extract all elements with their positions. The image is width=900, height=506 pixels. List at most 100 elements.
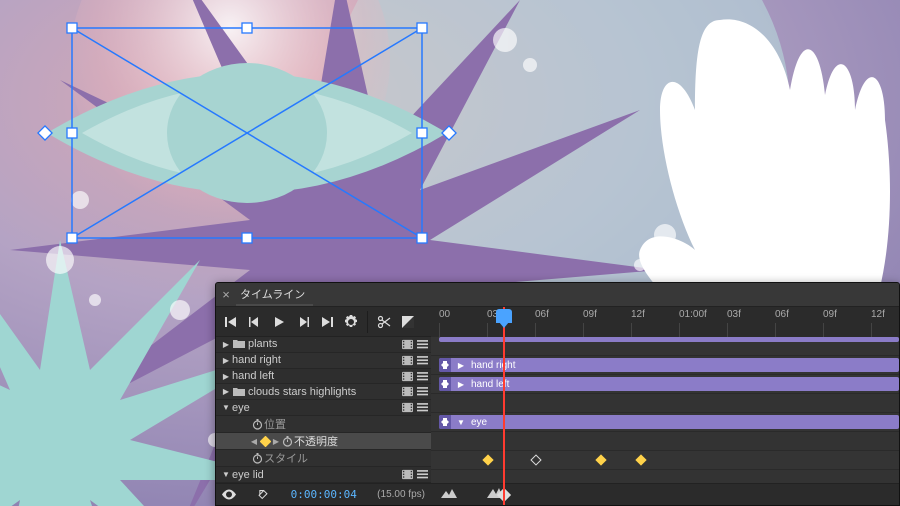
share-icon[interactable] bbox=[256, 488, 270, 502]
stopwatch-icon[interactable] bbox=[250, 417, 264, 431]
clip-handle-icon[interactable] bbox=[439, 415, 451, 429]
play-button[interactable] bbox=[268, 311, 290, 333]
layer-name: eye lid bbox=[232, 469, 400, 481]
chevron-icon[interactable]: ▶ bbox=[220, 387, 232, 396]
layer-options-icon[interactable] bbox=[400, 353, 414, 367]
go-to-start-button[interactable] bbox=[220, 311, 242, 333]
keyframe[interactable] bbox=[530, 454, 541, 465]
ruler-tick: 03f bbox=[727, 309, 741, 320]
layer-name: eye bbox=[232, 402, 400, 414]
clip[interactable]: ▼ eye bbox=[439, 415, 899, 429]
layer-options-icon[interactable] bbox=[400, 337, 414, 351]
track-row[interactable] bbox=[431, 394, 899, 413]
chevron-icon[interactable]: ▶ bbox=[455, 361, 467, 370]
layer-name: 位置 bbox=[264, 416, 429, 432]
property-row[interactable]: ◀ ▶ 不透明度 bbox=[216, 433, 431, 450]
chevron-icon[interactable]: ▼ bbox=[220, 470, 232, 479]
layer-name: hand right bbox=[232, 354, 400, 366]
layer-options-icon[interactable] bbox=[400, 401, 414, 415]
ruler-tick: 03f bbox=[487, 309, 501, 320]
next-frame-button[interactable] bbox=[292, 311, 314, 333]
layer-options-icon[interactable] bbox=[400, 369, 414, 383]
chevron-icon[interactable]: ▶ bbox=[455, 380, 467, 389]
layer-row[interactable]: ▼eye bbox=[216, 400, 431, 416]
layer-menu-icon[interactable] bbox=[415, 337, 429, 351]
track-row[interactable] bbox=[431, 451, 899, 470]
chevron-icon[interactable]: ▼ bbox=[455, 418, 467, 427]
track-row[interactable] bbox=[431, 470, 899, 483]
track-row[interactable] bbox=[431, 432, 899, 451]
panel-header: × タイムライン bbox=[216, 283, 899, 307]
keyframe[interactable] bbox=[482, 454, 493, 465]
clip-label: hand left bbox=[471, 379, 509, 390]
layer-row[interactable]: ▼eye lid bbox=[216, 467, 431, 483]
ruler-tick: 00 bbox=[439, 309, 450, 320]
tracks-area[interactable]: ▶hand right▶hand left▼eye▼eye lid bbox=[431, 337, 899, 483]
panel-footer: 0:00:00:04 (15.00 fps) bbox=[216, 483, 899, 505]
layer-options-icon[interactable] bbox=[400, 468, 414, 482]
stopwatch-icon[interactable] bbox=[280, 434, 294, 448]
ruler-tick: 09f bbox=[823, 309, 837, 320]
timeline-panel: × タイムライン 00 03f 06f 09f 12f 01:00f 03f 06f 09f 12… bbox=[215, 282, 900, 506]
layer-row[interactable]: ▶ clouds stars highlights bbox=[216, 384, 431, 400]
contrast-icon[interactable] bbox=[397, 311, 419, 333]
layer-menu-icon[interactable] bbox=[415, 369, 429, 383]
clip-handle-icon[interactable] bbox=[439, 358, 451, 372]
layer-name: clouds stars highlights bbox=[248, 386, 400, 398]
ruler-tick: 12f bbox=[631, 309, 645, 320]
ruler-tick: 09f bbox=[583, 309, 597, 320]
layer-row[interactable]: ▶hand left bbox=[216, 369, 431, 385]
property-row[interactable]: スタイル bbox=[216, 450, 431, 467]
clip-handle-icon[interactable] bbox=[439, 377, 451, 391]
zoom-slider[interactable] bbox=[431, 488, 899, 501]
layer-row[interactable]: ▶ plants bbox=[216, 337, 431, 353]
next-keyframe-button[interactable]: ▶ bbox=[272, 437, 280, 446]
clip-label: eye bbox=[471, 417, 487, 428]
folder-icon bbox=[232, 339, 246, 349]
track-row[interactable]: ▼ eye bbox=[431, 413, 899, 432]
work-area-bar[interactable] bbox=[439, 337, 899, 342]
prev-keyframe-button[interactable]: ◀ bbox=[250, 437, 258, 446]
ruler-tick: 06f bbox=[535, 309, 549, 320]
layer-menu-icon[interactable] bbox=[415, 385, 429, 399]
layer-name: スタイル bbox=[264, 450, 429, 466]
clip[interactable]: ▶ hand left bbox=[439, 377, 899, 391]
layer-menu-icon[interactable] bbox=[415, 468, 429, 482]
eye-visibility-icon[interactable] bbox=[222, 488, 236, 502]
clip-label: hand right bbox=[471, 360, 515, 371]
toolbar: 00 03f 06f 09f 12f 01:00f 03f 06f 09f 12f bbox=[216, 307, 899, 337]
layer-menu-icon[interactable] bbox=[415, 353, 429, 367]
close-icon[interactable]: × bbox=[216, 288, 236, 301]
ruler-tick: 12f bbox=[871, 309, 885, 320]
keyframe[interactable] bbox=[635, 454, 646, 465]
add-keyframe-button[interactable] bbox=[258, 434, 272, 448]
timecode[interactable]: 0:00:00:04 bbox=[291, 488, 357, 501]
stopwatch-icon[interactable] bbox=[250, 451, 264, 465]
ruler-tick: 06f bbox=[775, 309, 789, 320]
panel-title[interactable]: タイムライン bbox=[236, 283, 313, 306]
layer-menu-icon[interactable] bbox=[415, 401, 429, 415]
prev-frame-button[interactable] bbox=[244, 311, 266, 333]
layer-name: hand left bbox=[232, 370, 400, 382]
go-to-end-button[interactable] bbox=[316, 311, 338, 333]
layer-row[interactable]: ▶hand right bbox=[216, 353, 431, 369]
ruler-tick: 01:00f bbox=[679, 309, 707, 320]
property-row[interactable]: 位置 bbox=[216, 416, 431, 433]
folder-icon bbox=[232, 387, 246, 397]
scissors-cut-icon[interactable] bbox=[373, 311, 395, 333]
track-row[interactable]: ▶ hand left bbox=[431, 375, 899, 394]
layer-name: 不透明度 bbox=[294, 433, 429, 449]
chevron-icon[interactable]: ▶ bbox=[220, 372, 232, 381]
chevron-icon[interactable]: ▶ bbox=[220, 356, 232, 365]
layer-name: plants bbox=[248, 338, 400, 350]
clip[interactable]: ▶ hand right bbox=[439, 358, 899, 372]
time-ruler[interactable]: 00 03f 06f 09f 12f 01:00f 03f 06f 09f 12f bbox=[431, 307, 899, 337]
zoom-out-icon[interactable] bbox=[441, 488, 457, 501]
chevron-icon[interactable]: ▼ bbox=[220, 403, 232, 412]
settings-gear-icon[interactable] bbox=[340, 311, 362, 333]
layer-options-icon[interactable] bbox=[400, 385, 414, 399]
keyframe[interactable] bbox=[595, 454, 606, 465]
track-row[interactable]: ▶ hand right bbox=[431, 356, 899, 375]
fps-label: (15.00 fps) bbox=[377, 489, 425, 500]
chevron-icon[interactable]: ▶ bbox=[220, 340, 232, 349]
